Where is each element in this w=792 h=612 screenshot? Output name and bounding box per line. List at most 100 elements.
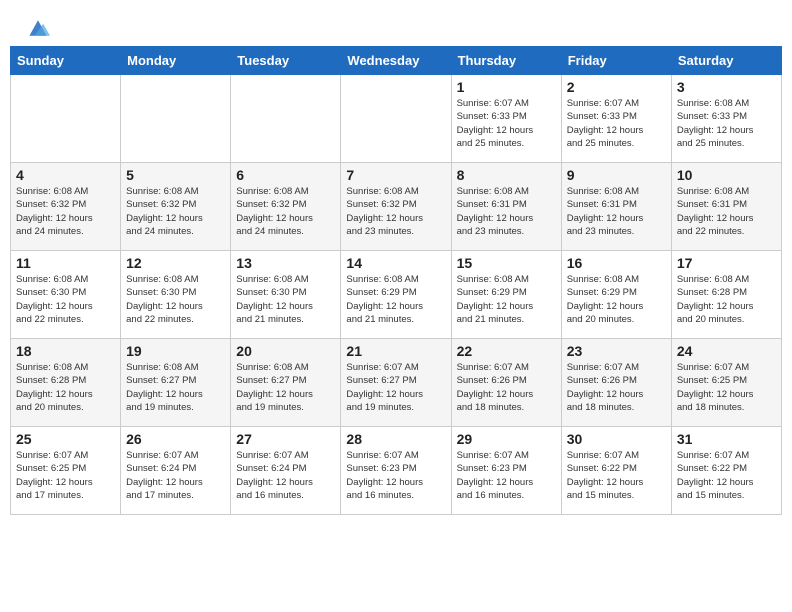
header-day-sunday: Sunday	[11, 47, 121, 75]
day-cell: 2 Sunrise: 6:07 AM Sunset: 6:33 PM Daylig…	[561, 75, 671, 163]
day-number: 20	[236, 343, 335, 359]
day-info: Sunrise: 6:07 AM Sunset: 6:26 PM Dayligh…	[567, 361, 666, 414]
day-number: 18	[16, 343, 115, 359]
day-info: Sunrise: 6:07 AM Sunset: 6:26 PM Dayligh…	[457, 361, 556, 414]
day-number: 5	[126, 167, 225, 183]
day-cell: 22 Sunrise: 6:07 AM Sunset: 6:26 PM Dayli…	[451, 339, 561, 427]
day-number: 8	[457, 167, 556, 183]
page-header	[0, 0, 792, 46]
day-cell: 21 Sunrise: 6:07 AM Sunset: 6:27 PM Dayli…	[341, 339, 451, 427]
day-number: 24	[677, 343, 776, 359]
day-number: 22	[457, 343, 556, 359]
day-cell: 26 Sunrise: 6:07 AM Sunset: 6:24 PM Dayli…	[121, 427, 231, 515]
day-number: 29	[457, 431, 556, 447]
calendar-body: 1Sunrise: 6:07 AM Sunset: 6:33 PM Daylig…	[11, 75, 782, 515]
day-number: 16	[567, 255, 666, 271]
day-info: Sunrise: 6:07 AM Sunset: 6:25 PM Dayligh…	[677, 361, 776, 414]
day-info: Sunrise: 6:08 AM Sunset: 6:29 PM Dayligh…	[567, 273, 666, 326]
day-cell: 20 Sunrise: 6:08 AM Sunset: 6:27 PM Dayli…	[231, 339, 341, 427]
day-info: Sunrise: 6:07 AM Sunset: 6:27 PM Dayligh…	[346, 361, 445, 414]
day-info: Sunrise: 6:08 AM Sunset: 6:33 PM Dayligh…	[677, 97, 776, 150]
day-cell: 16 Sunrise: 6:08 AM Sunset: 6:29 PM Dayli…	[561, 251, 671, 339]
day-info: Sunrise: 6:08 AM Sunset: 6:28 PM Dayligh…	[16, 361, 115, 414]
day-cell	[11, 75, 121, 163]
day-cell: 28 Sunrise: 6:07 AM Sunset: 6:23 PM Dayli…	[341, 427, 451, 515]
calendar-table: SundayMondayTuesdayWednesdayThursdayFrid…	[10, 46, 782, 515]
header-day-tuesday: Tuesday	[231, 47, 341, 75]
day-number: 23	[567, 343, 666, 359]
day-number: 28	[346, 431, 445, 447]
day-info: Sunrise: 6:08 AM Sunset: 6:30 PM Dayligh…	[126, 273, 225, 326]
day-cell: 10Sunrise: 6:08 AM Sunset: 6:31 PM Dayli…	[671, 163, 781, 251]
day-number: 2	[567, 79, 666, 95]
day-info: Sunrise: 6:07 AM Sunset: 6:23 PM Dayligh…	[457, 449, 556, 502]
week-row-2: 4Sunrise: 6:08 AM Sunset: 6:32 PM Daylig…	[11, 163, 782, 251]
day-info: Sunrise: 6:08 AM Sunset: 6:32 PM Dayligh…	[126, 185, 225, 238]
week-row-4: 18 Sunrise: 6:08 AM Sunset: 6:28 PM Dayli…	[11, 339, 782, 427]
day-info: Sunrise: 6:08 AM Sunset: 6:27 PM Dayligh…	[126, 361, 225, 414]
day-info: Sunrise: 6:07 AM Sunset: 6:33 PM Dayligh…	[567, 97, 666, 150]
calendar-header: SundayMondayTuesdayWednesdayThursdayFrid…	[11, 47, 782, 75]
day-info: Sunrise: 6:08 AM Sunset: 6:30 PM Dayligh…	[236, 273, 335, 326]
day-cell: 15 Sunrise: 6:08 AM Sunset: 6:29 PM Dayli…	[451, 251, 561, 339]
week-row-5: 25 Sunrise: 6:07 AM Sunset: 6:25 PM Dayli…	[11, 427, 782, 515]
week-row-1: 1Sunrise: 6:07 AM Sunset: 6:33 PM Daylig…	[11, 75, 782, 163]
day-cell: 3 Sunrise: 6:08 AM Sunset: 6:33 PM Daylig…	[671, 75, 781, 163]
day-cell: 18 Sunrise: 6:08 AM Sunset: 6:28 PM Dayli…	[11, 339, 121, 427]
day-info: Sunrise: 6:08 AM Sunset: 6:29 PM Dayligh…	[457, 273, 556, 326]
day-cell: 25 Sunrise: 6:07 AM Sunset: 6:25 PM Dayli…	[11, 427, 121, 515]
day-info: Sunrise: 6:07 AM Sunset: 6:22 PM Dayligh…	[677, 449, 776, 502]
day-info: Sunrise: 6:08 AM Sunset: 6:29 PM Dayligh…	[346, 273, 445, 326]
day-number: 6	[236, 167, 335, 183]
day-info: Sunrise: 6:07 AM Sunset: 6:23 PM Dayligh…	[346, 449, 445, 502]
day-cell	[121, 75, 231, 163]
day-number: 17	[677, 255, 776, 271]
header-day-monday: Monday	[121, 47, 231, 75]
logo-icon	[26, 18, 50, 38]
day-cell: 5 Sunrise: 6:08 AM Sunset: 6:32 PM Daylig…	[121, 163, 231, 251]
day-number: 30	[567, 431, 666, 447]
day-number: 31	[677, 431, 776, 447]
day-info: Sunrise: 6:07 AM Sunset: 6:25 PM Dayligh…	[16, 449, 115, 502]
day-number: 11	[16, 255, 115, 271]
day-number: 21	[346, 343, 445, 359]
day-number: 9	[567, 167, 666, 183]
day-number: 13	[236, 255, 335, 271]
day-cell: 27 Sunrise: 6:07 AM Sunset: 6:24 PM Dayli…	[231, 427, 341, 515]
day-info: Sunrise: 6:08 AM Sunset: 6:27 PM Dayligh…	[236, 361, 335, 414]
header-day-saturday: Saturday	[671, 47, 781, 75]
day-cell: 1Sunrise: 6:07 AM Sunset: 6:33 PM Daylig…	[451, 75, 561, 163]
header-day-thursday: Thursday	[451, 47, 561, 75]
day-number: 25	[16, 431, 115, 447]
day-info: Sunrise: 6:07 AM Sunset: 6:24 PM Dayligh…	[236, 449, 335, 502]
day-cell: 31 Sunrise: 6:07 AM Sunset: 6:22 PM Dayli…	[671, 427, 781, 515]
day-info: Sunrise: 6:07 AM Sunset: 6:33 PM Dayligh…	[457, 97, 556, 150]
day-info: Sunrise: 6:08 AM Sunset: 6:32 PM Dayligh…	[236, 185, 335, 238]
day-cell: 30 Sunrise: 6:07 AM Sunset: 6:22 PM Dayli…	[561, 427, 671, 515]
day-number: 26	[126, 431, 225, 447]
header-day-wednesday: Wednesday	[341, 47, 451, 75]
day-info: Sunrise: 6:08 AM Sunset: 6:31 PM Dayligh…	[457, 185, 556, 238]
day-cell: 6 Sunrise: 6:08 AM Sunset: 6:32 PM Daylig…	[231, 163, 341, 251]
day-cell	[231, 75, 341, 163]
day-number: 12	[126, 255, 225, 271]
day-info: Sunrise: 6:07 AM Sunset: 6:22 PM Dayligh…	[567, 449, 666, 502]
day-info: Sunrise: 6:07 AM Sunset: 6:24 PM Dayligh…	[126, 449, 225, 502]
day-number: 27	[236, 431, 335, 447]
day-cell: 11 Sunrise: 6:08 AM Sunset: 6:30 PM Dayli…	[11, 251, 121, 339]
day-info: Sunrise: 6:08 AM Sunset: 6:30 PM Dayligh…	[16, 273, 115, 326]
day-number: 3	[677, 79, 776, 95]
header-row: SundayMondayTuesdayWednesdayThursdayFrid…	[11, 47, 782, 75]
logo	[24, 18, 50, 38]
day-cell: 4Sunrise: 6:08 AM Sunset: 6:32 PM Daylig…	[11, 163, 121, 251]
day-number: 15	[457, 255, 556, 271]
day-cell: 17Sunrise: 6:08 AM Sunset: 6:28 PM Dayli…	[671, 251, 781, 339]
header-day-friday: Friday	[561, 47, 671, 75]
day-number: 7	[346, 167, 445, 183]
day-cell: 19Sunrise: 6:08 AM Sunset: 6:27 PM Dayli…	[121, 339, 231, 427]
day-cell: 12 Sunrise: 6:08 AM Sunset: 6:30 PM Dayli…	[121, 251, 231, 339]
week-row-3: 11 Sunrise: 6:08 AM Sunset: 6:30 PM Dayli…	[11, 251, 782, 339]
day-info: Sunrise: 6:08 AM Sunset: 6:31 PM Dayligh…	[567, 185, 666, 238]
day-number: 10	[677, 167, 776, 183]
day-info: Sunrise: 6:08 AM Sunset: 6:32 PM Dayligh…	[346, 185, 445, 238]
